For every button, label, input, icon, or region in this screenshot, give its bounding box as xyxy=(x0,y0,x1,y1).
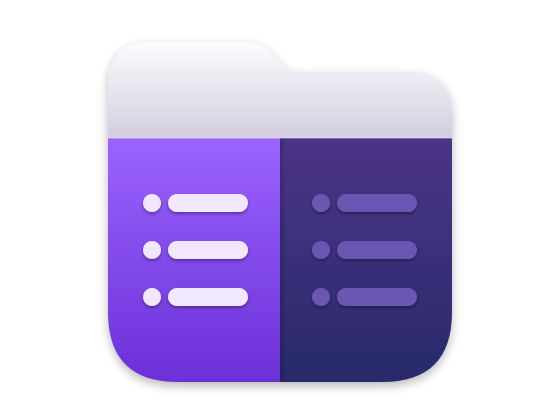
right-list-bullet xyxy=(312,288,330,306)
left-list-line xyxy=(168,288,248,306)
right-list-line xyxy=(337,288,417,306)
right-pane xyxy=(280,138,452,382)
right-list-bullet xyxy=(312,241,330,259)
right-list-line xyxy=(337,241,417,259)
left-list-bullet xyxy=(143,241,161,259)
left-list-bullet xyxy=(143,194,161,212)
left-pane xyxy=(108,138,280,382)
right-list-bullet xyxy=(312,194,330,212)
left-list-line xyxy=(168,241,248,259)
icon-stage xyxy=(0,0,560,420)
right-list-line xyxy=(337,194,417,212)
app-icon xyxy=(108,42,452,382)
tab-pane-seam xyxy=(108,137,452,139)
pane-divider xyxy=(280,138,286,382)
left-list-line xyxy=(168,194,248,212)
folder-tab-area xyxy=(108,42,452,146)
left-list-bullet xyxy=(143,288,161,306)
